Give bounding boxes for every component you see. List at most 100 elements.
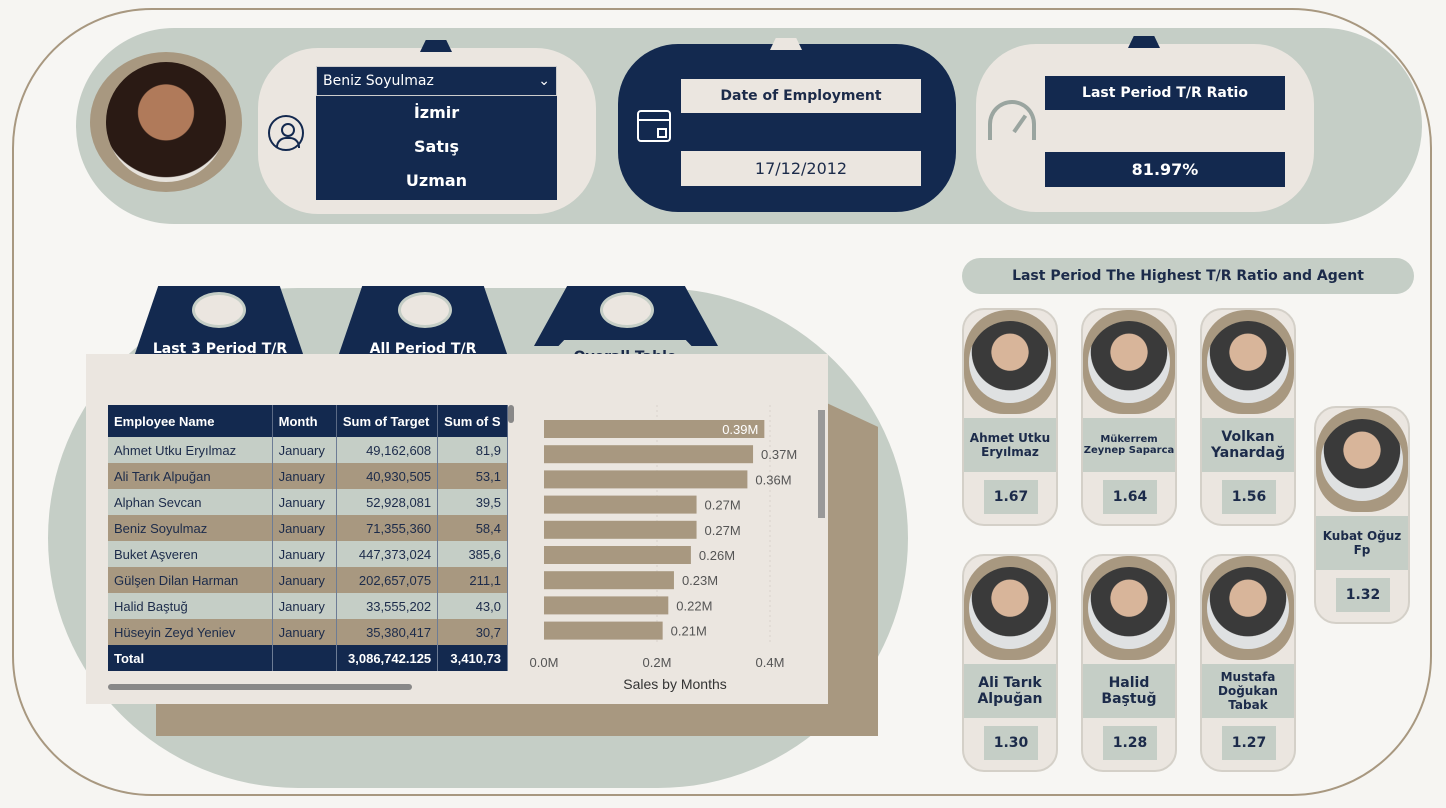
- table-cell: Beniz Soyulmaz: [108, 515, 273, 541]
- agent-card[interactable]: Volkan Yanardağ 1.56: [1200, 308, 1296, 526]
- table-row[interactable]: Hüseyin Zeyd Yeniev January 35,380,417 30,7: [108, 619, 508, 645]
- table-cell: 33,555,202: [336, 593, 439, 619]
- table-row[interactable]: Halid Baştuğ January 33,555,202 43,0: [108, 593, 508, 619]
- bar-label: 0.39M: [722, 422, 758, 437]
- table-cell: Halid Baştuğ: [108, 593, 273, 619]
- agent-score: 1.32: [1336, 578, 1390, 612]
- table-cell: 30,7: [437, 619, 508, 645]
- agent-score: 1.27: [1222, 726, 1276, 760]
- agent-photo-frame: [1083, 556, 1175, 660]
- table-cell: 53,1: [437, 463, 508, 489]
- table-cell: 81,9: [437, 437, 508, 463]
- agent-score: 1.56: [1222, 480, 1276, 514]
- agent-photo: [1321, 419, 1403, 501]
- column-header[interactable]: Sum of S: [437, 405, 508, 437]
- bar-label: 0.37M: [761, 447, 797, 462]
- table-row[interactable]: Gülşen Dilan Harman January 202,657,075 211…: [108, 567, 508, 593]
- agent-score: 1.28: [1103, 726, 1157, 760]
- agent-card[interactable]: Ahmet Utku Eryılmaz 1.67: [962, 308, 1058, 526]
- bar: [544, 546, 691, 564]
- table-cell: January: [272, 489, 337, 515]
- table-cell: 52,928,081: [336, 489, 439, 515]
- total-cell: 3,410,73: [437, 645, 508, 671]
- table-row[interactable]: Ahmet Utku Eryılmaz January 49,162,608 81,9: [108, 437, 508, 463]
- table-cell: Alphan Sevcan: [108, 489, 273, 515]
- agent-score: 1.64: [1103, 480, 1157, 514]
- bar: [544, 571, 674, 590]
- agent-photo-frame: [964, 556, 1056, 660]
- agent-score: 1.30: [984, 726, 1038, 760]
- agent-photo: [1207, 567, 1289, 649]
- agent-card[interactable]: Kubat Oğuz Fp 1.32: [1314, 406, 1410, 624]
- bar-label: 0.26M: [699, 548, 735, 563]
- table-header-row: Employee Name Month Sum of Target Sum of…: [108, 405, 508, 437]
- dropdown-item[interactable]: Uzman: [316, 164, 557, 198]
- agent-name: Halid Baştuğ: [1083, 664, 1175, 718]
- table-row[interactable]: Beniz Soyulmaz January 71,355,360 58,4: [108, 515, 508, 541]
- ratio-value: 81.97%: [1045, 152, 1285, 187]
- agent-name: Volkan Yanardağ: [1202, 418, 1294, 472]
- agents-section-title: Last Period The Highest T/R Ratio and Ag…: [962, 258, 1414, 294]
- agent-card[interactable]: Ali Tarık Alpuğan 1.30: [962, 554, 1058, 772]
- bar-label: 0.27M: [705, 523, 741, 538]
- bar: [544, 520, 697, 539]
- bar-label: 0.36M: [755, 472, 791, 487]
- agent-photo-frame: [1202, 310, 1294, 414]
- dropdown-item[interactable]: İzmir: [316, 96, 557, 130]
- chart-scrollbar[interactable]: [818, 410, 825, 518]
- employee-dropdown[interactable]: Beniz Soyulmaz ⌄: [316, 66, 557, 96]
- selected-employee: Beniz Soyulmaz: [323, 73, 434, 89]
- column-header[interactable]: Month: [272, 405, 337, 437]
- table-cell: Ali Tarık Alpuğan: [108, 463, 273, 489]
- bar-label: 0.21M: [671, 624, 707, 639]
- table-cell: Hüseyin Zeyd Yeniev: [108, 619, 273, 645]
- employment-date: 17/12/2012: [681, 151, 921, 186]
- table-row[interactable]: Buket Aşveren January 447,373,024 385,6: [108, 541, 508, 567]
- table-cell: January: [272, 463, 337, 489]
- calendar-icon: [637, 110, 671, 142]
- column-header[interactable]: Employee Name: [108, 405, 273, 437]
- agent-card[interactable]: Mustafa Doğukan Tabak 1.27: [1200, 554, 1296, 772]
- agent-name: Mustafa Doğukan Tabak: [1202, 664, 1294, 718]
- agent-card[interactable]: Mükerrem Zeynep Saparca 1.64: [1081, 308, 1177, 526]
- bar-label: 0.22M: [676, 598, 712, 613]
- table-cell: Buket Aşveren: [108, 541, 273, 567]
- table-cell: 49,162,608: [336, 437, 439, 463]
- total-cell: [272, 645, 337, 671]
- table-cell: January: [272, 619, 337, 645]
- agent-card[interactable]: Halid Baştuğ 1.28: [1081, 554, 1177, 772]
- table-cell: January: [272, 515, 337, 541]
- overall-table[interactable]: Employee Name Month Sum of Target Sum of…: [108, 405, 508, 685]
- agent-photo-frame: [1083, 310, 1175, 414]
- table-cell: 202,657,075: [336, 567, 439, 593]
- agent-photo: [1088, 567, 1170, 649]
- x-tick-label: 0.2M: [643, 655, 672, 670]
- bar: [544, 445, 754, 464]
- table-cell: Ahmet Utku Eryılmaz: [108, 437, 273, 463]
- chevron-down-icon[interactable]: ⌄: [538, 73, 550, 89]
- table-cell: Gülşen Dilan Harman: [108, 567, 273, 593]
- table-row[interactable]: Ali Tarık Alpuğan January 40,930,505 53,1: [108, 463, 508, 489]
- table-cell: 39,5: [437, 489, 508, 515]
- table-cell: 447,373,024: [336, 541, 439, 567]
- agent-photo: [969, 321, 1051, 403]
- user-icon: [268, 115, 304, 151]
- table-horizontal-scrollbar[interactable]: [108, 684, 412, 690]
- table-vertical-scrollbar[interactable]: [508, 405, 514, 423]
- dropdown-item[interactable]: Satış: [316, 130, 557, 164]
- table-cell: January: [272, 541, 337, 567]
- table-row[interactable]: Alphan Sevcan January 52,928,081 39,5: [108, 489, 508, 515]
- agent-name: Kubat Oğuz Fp: [1316, 516, 1408, 570]
- sales-bar-chart: 0.39M0.37M 0.36M 0.27M 0.27M 0.26M 0.23M 0.22M…: [530, 405, 797, 692]
- x-axis-label: Sales by Months: [623, 676, 727, 692]
- table-cell: 385,6: [437, 541, 508, 567]
- employee-slicer[interactable]: Beniz Soyulmaz ⌄ İzmir Satış Uzman: [316, 66, 557, 200]
- agent-photo: [1088, 321, 1170, 403]
- bar: [544, 470, 748, 489]
- column-header[interactable]: Sum of Target: [336, 405, 439, 437]
- x-tick-label: 0.0M: [530, 655, 559, 670]
- agent-photo: [1207, 321, 1289, 403]
- total-cell: 3,086,742.125: [336, 645, 439, 671]
- speedometer-icon: [988, 100, 1036, 140]
- total-cell: Total: [108, 645, 273, 671]
